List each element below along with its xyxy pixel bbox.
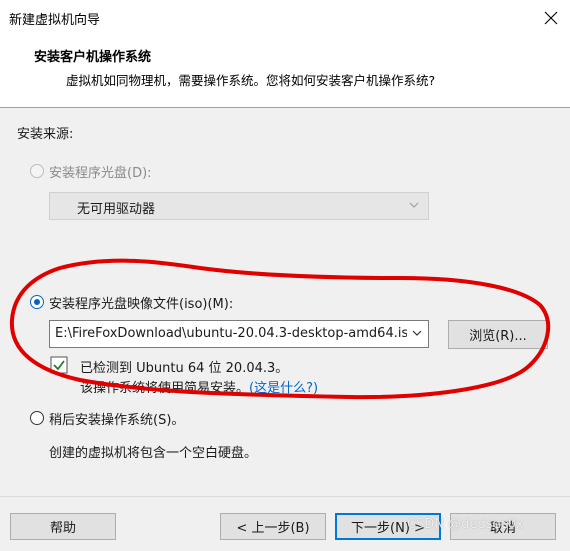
footer-divider: [0, 496, 570, 497]
watermark: CSDN @dedsec0x: [407, 517, 524, 532]
back-button[interactable]: < 上一步(B): [220, 513, 326, 540]
annotation-ellipse: [9, 258, 551, 400]
help-button[interactable]: 帮助: [10, 513, 116, 540]
